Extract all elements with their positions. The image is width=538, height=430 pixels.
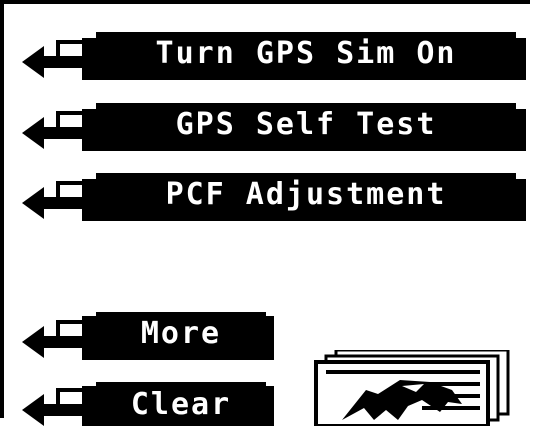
gps-self-test-button[interactable]: GPS Self Test xyxy=(22,103,530,153)
more-label: More xyxy=(96,312,266,354)
clear-button[interactable]: Clear xyxy=(22,382,278,426)
clear-label: Clear xyxy=(96,382,266,426)
pcf-adjustment-label: PCF Adjustment xyxy=(96,173,516,215)
eagle-logo xyxy=(312,348,512,428)
turn-gps-sim-on-button[interactable]: Turn GPS Sim On xyxy=(22,32,530,82)
eagle-logo-icon xyxy=(314,348,510,428)
pcf-adjustment-button[interactable]: PCF Adjustment xyxy=(22,173,530,223)
turn-gps-sim-on-label: Turn GPS Sim On xyxy=(96,32,516,74)
gps-self-test-label: GPS Self Test xyxy=(96,103,516,145)
more-button[interactable]: More xyxy=(22,312,278,362)
